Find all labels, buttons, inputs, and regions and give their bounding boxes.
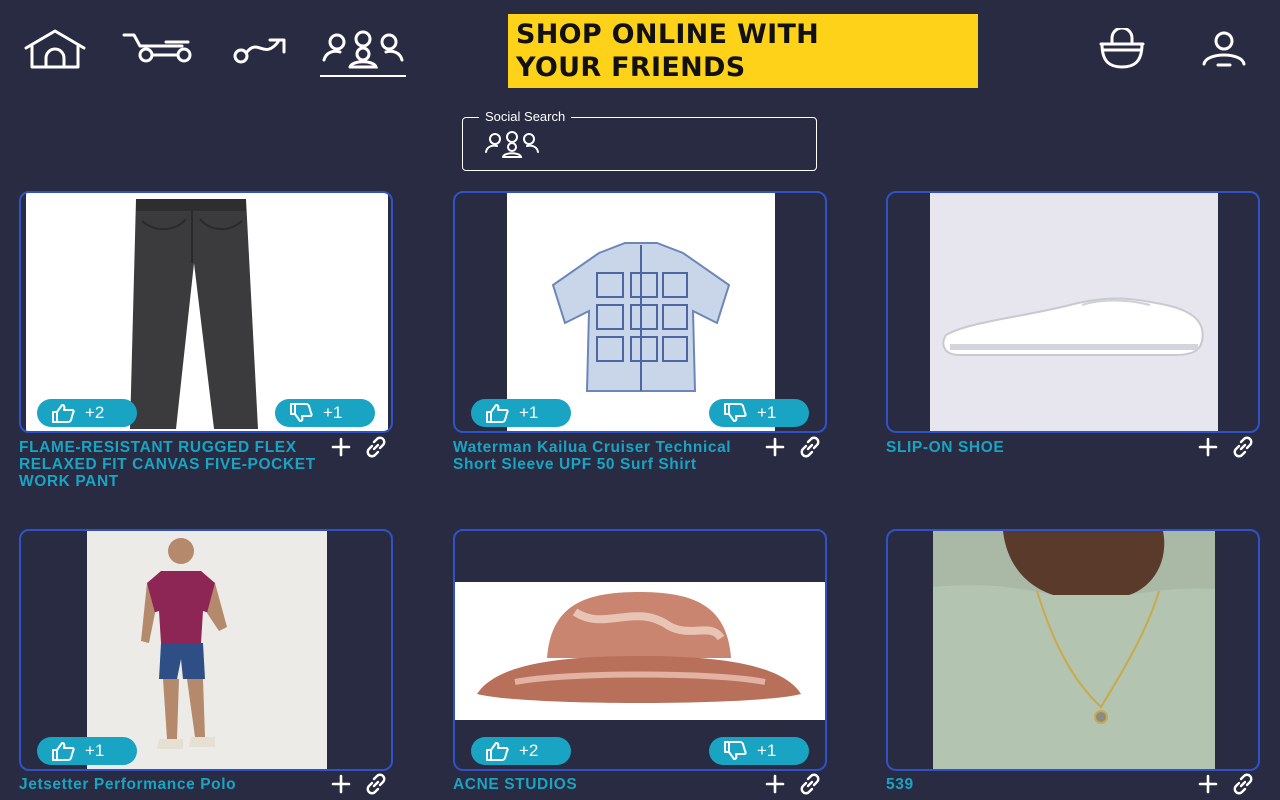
like-count: +1 (519, 403, 539, 422)
link-icon[interactable] (1231, 436, 1255, 463)
product-title[interactable]: SLIP-ON SHOE (886, 439, 1191, 456)
thumbs-down-icon (290, 403, 313, 422)
dislike-count: +1 (323, 403, 343, 422)
add-icon[interactable] (331, 437, 351, 462)
product-card[interactable] (886, 191, 1260, 433)
link-icon[interactable] (798, 773, 822, 800)
product-title[interactable]: Jetsetter Performance Polo (19, 776, 324, 793)
product-title[interactable]: 539 (886, 776, 1191, 793)
profile-icon[interactable] (1200, 30, 1248, 68)
product-image-shoe[interactable] (930, 193, 1218, 431)
friends-icon[interactable] (320, 30, 406, 70)
thumbs-up-icon (486, 404, 509, 423)
like-button[interactable]: +1 (37, 737, 137, 765)
product-card[interactable]: +1 (19, 529, 393, 771)
product-image-shirt[interactable] (507, 193, 775, 431)
promo-banner: SHOP ONLINE WITH YOUR FRIENDS (508, 14, 978, 88)
social-search-field[interactable]: Social Search (462, 109, 817, 171)
link-icon[interactable] (1231, 773, 1255, 800)
product-title[interactable]: ACNE STUDIOS (453, 776, 758, 793)
banner-line-1: SHOP ONLINE WITH (516, 19, 820, 50)
like-count: +1 (85, 741, 105, 760)
add-icon[interactable] (1198, 774, 1218, 799)
product-image-pant[interactable] (26, 193, 388, 431)
friends-icon (483, 131, 541, 164)
active-tab-underline (320, 75, 406, 77)
product-image-hat[interactable] (455, 582, 825, 720)
link-icon[interactable] (798, 436, 822, 463)
thumbs-up-icon (52, 742, 75, 761)
cart-icon[interactable] (122, 32, 194, 64)
thumbs-down-icon (724, 403, 747, 422)
add-icon[interactable] (765, 437, 785, 462)
dislike-count: +1 (757, 741, 777, 760)
add-icon[interactable] (1198, 437, 1218, 462)
thumbs-down-icon (724, 741, 747, 760)
product-title[interactable]: FLAME-RESISTANT RUGGED FLEX RELAXED FIT … (19, 439, 324, 490)
product-image-polo[interactable] (87, 531, 327, 769)
product-card[interactable] (886, 529, 1260, 771)
like-count: +2 (85, 403, 105, 422)
product-card[interactable]: +2 +1 (453, 529, 827, 771)
dislike-button[interactable]: +1 (709, 737, 809, 765)
thumbs-up-icon (486, 742, 509, 761)
link-icon[interactable] (364, 436, 388, 463)
like-button[interactable]: +2 (471, 737, 571, 765)
dislike-button[interactable]: +1 (709, 399, 809, 427)
link-icon[interactable] (364, 773, 388, 800)
product-title[interactable]: Waterman Kailua Cruiser Technical Short … (453, 439, 758, 473)
bag-icon[interactable] (1098, 28, 1146, 70)
add-icon[interactable] (331, 774, 351, 799)
dislike-count: +1 (757, 403, 777, 422)
like-count: +2 (519, 741, 539, 760)
dislike-button[interactable]: +1 (275, 399, 375, 427)
social-search-label: Social Search (479, 109, 572, 125)
route-icon[interactable] (232, 34, 288, 66)
thumbs-up-icon (52, 404, 75, 423)
like-button[interactable]: +2 (37, 399, 137, 427)
add-icon[interactable] (765, 774, 785, 799)
product-image-necklace[interactable] (933, 531, 1215, 769)
like-button[interactable]: +1 (471, 399, 571, 427)
home-icon[interactable] (24, 28, 86, 70)
product-card[interactable]: +1 +1 (453, 191, 827, 433)
banner-line-2: YOUR FRIENDS (516, 52, 746, 83)
product-card[interactable]: +2 +1 (19, 191, 393, 433)
